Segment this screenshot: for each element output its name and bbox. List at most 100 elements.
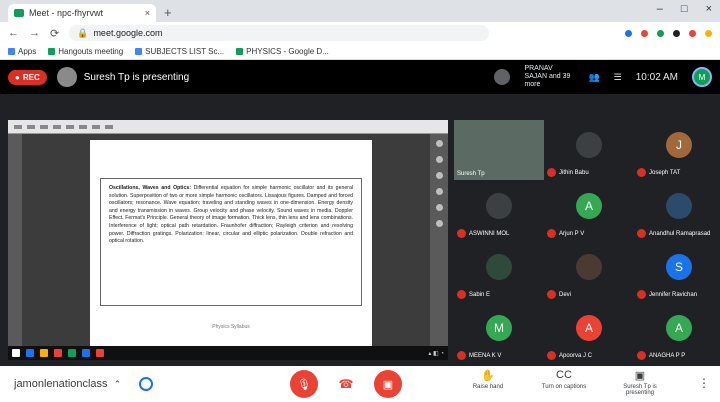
extension-icon[interactable]	[641, 29, 648, 37]
participant-tile[interactable]: A Arjun P V	[544, 181, 634, 241]
participant-name-row: Jithin Babu	[547, 168, 589, 177]
mic-muted-icon	[547, 351, 556, 360]
participant-name: ANAGHA P P	[649, 352, 686, 359]
participant-name-row: Jennifer Ravichan	[637, 290, 697, 299]
participant-tile[interactable]: A Apoorva J C	[544, 303, 634, 363]
tool-icon[interactable]	[435, 140, 443, 147]
bookmark-favicon-icon	[48, 48, 56, 55]
participant-name-row: Anandhul Ramaprasad	[637, 229, 710, 238]
back-button[interactable]: ←	[8, 27, 19, 39]
participant-name-row: Devi	[547, 290, 571, 299]
participant-tile[interactable]: A ANAGHA P P	[634, 303, 720, 363]
taskbar-app-icon[interactable]	[68, 349, 76, 357]
present-icon: ▣	[634, 370, 646, 382]
participant-avatar	[666, 193, 692, 219]
participant-name-row: Joseph TAT	[637, 168, 680, 177]
camera-toggle-button[interactable]: ▣	[374, 370, 402, 398]
mic-muted-icon	[637, 229, 646, 238]
start-icon[interactable]	[12, 349, 20, 357]
tool-icon[interactable]	[435, 188, 443, 195]
bookmark-apps[interactable]: Apps	[8, 47, 36, 56]
raise-hand-button[interactable]: ✋ Raise hand	[460, 369, 516, 396]
new-tab-button[interactable]: +	[164, 5, 172, 20]
mic-muted-icon	[547, 290, 556, 299]
presentation-stage: Oscillations, Waves and Optics: Differen…	[8, 120, 448, 360]
participant-tile[interactable]: M MEENA K V	[454, 303, 544, 363]
address-bar[interactable]: 🔒 meet.google.com	[69, 25, 490, 41]
participant-avatar: A	[576, 193, 602, 219]
bookmark-hangouts[interactable]: Hangouts meeting	[48, 47, 123, 56]
mic-muted-icon	[457, 351, 466, 360]
camera-off-icon: ▣	[382, 378, 394, 391]
participant-tile[interactable]: ASWINNI MOL	[454, 181, 544, 241]
apps-icon	[8, 48, 15, 55]
participant-tile[interactable]: Jithin Babu	[544, 120, 634, 180]
taskbar-app-icon[interactable]	[82, 349, 90, 357]
mic-muted-icon	[637, 290, 646, 299]
bookmark-subjects[interactable]: SUBJECTS LIST Sc...	[135, 47, 224, 56]
tool-icon[interactable]	[435, 204, 443, 211]
doc-viewer-toolbar	[8, 120, 448, 134]
recording-badge: ● REC	[8, 69, 47, 85]
bookmark-favicon-icon	[236, 48, 244, 55]
tool-icon[interactable]	[435, 220, 443, 227]
hand-icon: ✋	[481, 370, 495, 382]
tool-icon[interactable]	[435, 156, 443, 163]
mic-toggle-button[interactable]: 🎙	[290, 370, 318, 398]
present-button[interactable]: ▣ Suresh Tp is presenting	[612, 369, 668, 396]
taskbar-app-icon[interactable]	[40, 349, 48, 357]
participant-name: Apoorva J C	[559, 352, 593, 359]
captions-icon: CC	[556, 369, 572, 381]
participant-name-row: ASWINNI MOL	[457, 229, 509, 238]
mic-muted-icon	[547, 229, 556, 238]
extension-icon[interactable]	[673, 29, 680, 37]
people-icon[interactable]: 👥	[588, 72, 599, 83]
bookmark-physics[interactable]: PHYSICS - Google D...	[236, 47, 329, 56]
tool-icon[interactable]	[435, 172, 443, 179]
minimize-button[interactable]: –	[657, 3, 663, 15]
maximize-button[interactable]: □	[681, 3, 688, 15]
taskbar-app-icon[interactable]	[54, 349, 62, 357]
participant-tile[interactable]: S Jennifer Ravichan	[634, 242, 720, 302]
meeting-code[interactable]: jamonlenationclass	[14, 378, 108, 390]
self-avatar[interactable]: M	[692, 67, 712, 87]
chat-icon[interactable]: ☰	[614, 72, 622, 83]
taskbar-app-icon[interactable]	[26, 349, 34, 357]
meet-window: ● REC Suresh Tp is presenting PRANAV SAJ…	[0, 60, 720, 366]
more-options-icon[interactable]: ⋮	[698, 376, 710, 390]
captions-button[interactable]: CC Turn on captions	[536, 369, 592, 396]
participant-name-row: Sabin E	[457, 290, 490, 299]
participant-avatar: A	[576, 315, 602, 341]
participant-tile[interactable]: Sabin E	[454, 242, 544, 302]
close-window-button[interactable]: ×	[706, 3, 712, 15]
extension-icon[interactable]	[625, 29, 632, 37]
browser-tab[interactable]: Meet - npc-fhyrvwt ×	[8, 4, 156, 22]
chevron-up-icon[interactable]: ⌃	[114, 379, 122, 390]
syllabus-heading: Oscillations, Waves and Optics:	[109, 185, 191, 191]
participant-tile[interactable]: J Joseph TAT	[634, 120, 720, 180]
participant-tile[interactable]: Devi	[544, 242, 634, 302]
reload-button[interactable]: ⟳	[50, 27, 59, 40]
participant-name: Jithin Babu	[559, 169, 589, 176]
shield-icon[interactable]	[139, 377, 154, 391]
participant-tile[interactable]: Suresh Tp	[454, 120, 544, 180]
extension-icon[interactable]	[689, 29, 696, 37]
participant-name: Devi	[559, 291, 572, 298]
lock-icon: 🔒	[77, 27, 89, 38]
participant-avatar: A	[666, 315, 692, 341]
participant-tile[interactable]: Anandhul Ramaprasad	[634, 181, 720, 241]
leave-call-button[interactable]: ☎	[332, 370, 360, 398]
participant-avatar: J	[666, 132, 692, 158]
tab-close-icon[interactable]: ×	[145, 8, 150, 18]
profile-avatar[interactable]	[705, 29, 712, 37]
record-dot-icon: ●	[15, 72, 20, 82]
document-page: Oscillations, Waves and Optics: Differen…	[90, 140, 372, 346]
system-tray: ▴ ◧ ◔	[428, 350, 444, 357]
taskbar-app-icon[interactable]	[96, 349, 104, 357]
browser-tab-strip: Meet - npc-fhyrvwt × + – □ ×	[0, 0, 720, 22]
phone-icon: ☎	[338, 377, 354, 391]
participant-name: Suresh Tp	[457, 171, 485, 177]
extension-icon[interactable]	[657, 29, 664, 37]
participant-name: ASWINNI MOL	[469, 230, 510, 237]
forward-button[interactable]: →	[29, 27, 40, 39]
